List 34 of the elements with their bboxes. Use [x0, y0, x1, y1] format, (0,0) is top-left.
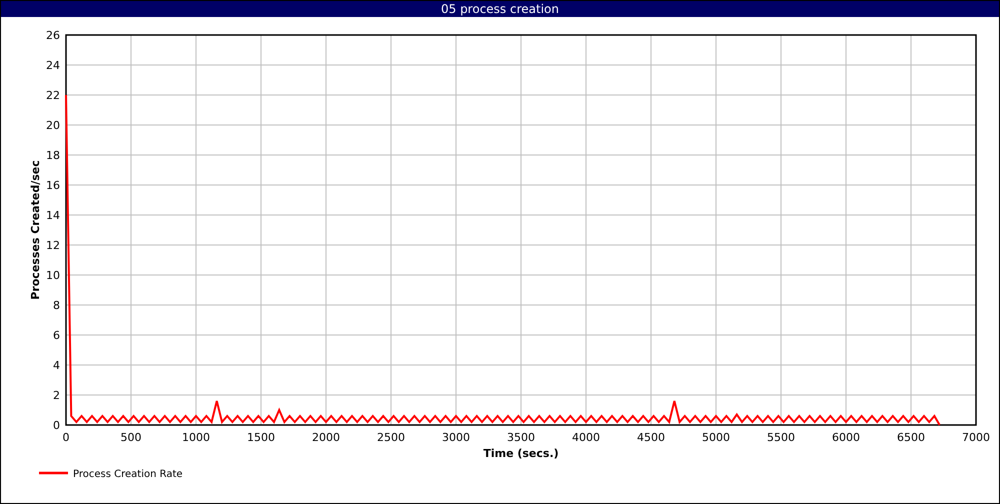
axis-title: Time (secs.) — [483, 447, 559, 460]
tick-label: 1000 — [182, 431, 210, 444]
tick-label: 3000 — [442, 431, 470, 444]
tick-label: 8 — [53, 299, 60, 312]
tick-label: 0 — [53, 419, 60, 432]
tick-label: 2 — [53, 389, 60, 402]
tick-label: 500 — [120, 431, 142, 444]
tick-label: 3500 — [507, 431, 535, 444]
tick-label: 7000 — [962, 431, 990, 444]
tick-label: 2000 — [312, 431, 340, 444]
tick-label: 5000 — [702, 431, 730, 444]
tick-label: 20 — [46, 119, 60, 132]
tick-label: 4500 — [637, 431, 665, 444]
tick-label: 1500 — [247, 431, 275, 444]
legend-label: Process Creation Rate — [73, 469, 183, 480]
tick-label: 5500 — [767, 431, 795, 444]
tick-label: 12 — [46, 239, 60, 252]
tick-label: 18 — [46, 149, 60, 162]
tick-label: 4 — [53, 359, 60, 372]
tick-label: 10 — [46, 269, 60, 282]
tick-label: 26 — [46, 29, 60, 42]
tick-label: 16 — [46, 179, 60, 192]
tick-label: 6500 — [897, 431, 925, 444]
tick-label: 4000 — [572, 431, 600, 444]
window-title: 05 process creation — [1, 1, 999, 17]
tick-label: 0 — [62, 431, 70, 444]
tick-label: 6000 — [832, 431, 860, 444]
tick-label: 2500 — [377, 431, 405, 444]
tick-label: 6 — [53, 329, 60, 342]
axis-title: Processes Created/sec — [29, 160, 42, 300]
tick-label: 22 — [46, 89, 60, 102]
legend-line — [39, 472, 68, 474]
tick-label: 14 — [46, 209, 60, 222]
tick-label: 24 — [46, 59, 60, 72]
